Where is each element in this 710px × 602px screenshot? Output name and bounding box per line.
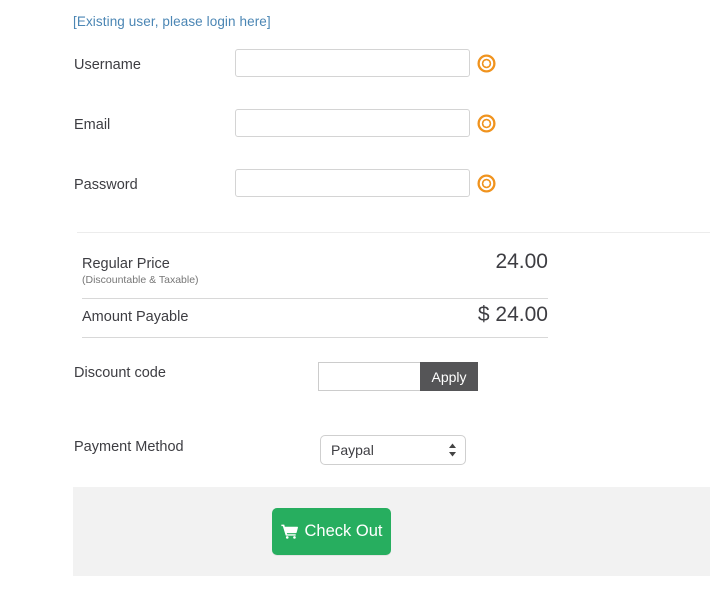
amount-payable-amount: $ 24.00 (477, 303, 548, 326)
discount-code-row: Discount code Apply (0, 362, 710, 392)
checkout-action-band: Check Out (73, 487, 710, 576)
regular-price-amount: 24.00 (495, 250, 548, 273)
apply-discount-button[interactable]: Apply (420, 362, 478, 391)
amount-payable-row: Amount Payable $ 24.00 (82, 298, 548, 338)
check-out-button[interactable]: Check Out (272, 508, 391, 555)
check-out-button-label: Check Out (304, 522, 383, 540)
discount-code-label: Discount code (74, 365, 166, 381)
email-field-row: Email (0, 109, 710, 149)
regular-price-sublabel: (Discountable & Taxable) (82, 274, 199, 286)
regular-price-row: Regular Price (Discountable & Taxable) 2… (82, 250, 548, 298)
regular-price-label: Regular Price (82, 256, 170, 272)
payment-method-label: Payment Method (74, 439, 184, 455)
username-label: Username (74, 57, 141, 73)
payment-method-select-wrapper[interactable]: Paypal (320, 435, 466, 465)
username-input[interactable] (235, 49, 470, 77)
password-field-row: Password (0, 169, 710, 209)
required-asterisk-icon (477, 54, 496, 73)
password-input[interactable] (235, 169, 470, 197)
required-asterisk-icon (477, 114, 496, 133)
payment-method-select[interactable]: Paypal (321, 436, 465, 464)
discount-code-input[interactable] (318, 362, 420, 391)
email-input[interactable] (235, 109, 470, 137)
section-divider (77, 232, 710, 233)
email-label: Email (74, 117, 111, 133)
existing-user-login-link[interactable]: [Existing user, please login here] (73, 14, 271, 29)
price-summary: Regular Price (Discountable & Taxable) 2… (82, 250, 548, 338)
payment-method-row: Payment Method Paypal (0, 435, 710, 465)
shopping-cart-icon (280, 524, 298, 539)
password-label: Password (74, 177, 138, 193)
required-asterisk-icon (477, 174, 496, 193)
amount-payable-label: Amount Payable (82, 309, 189, 325)
checkout-page: [Existing user, please login here] Usern… (0, 0, 710, 602)
username-field-row: Username (0, 49, 710, 89)
